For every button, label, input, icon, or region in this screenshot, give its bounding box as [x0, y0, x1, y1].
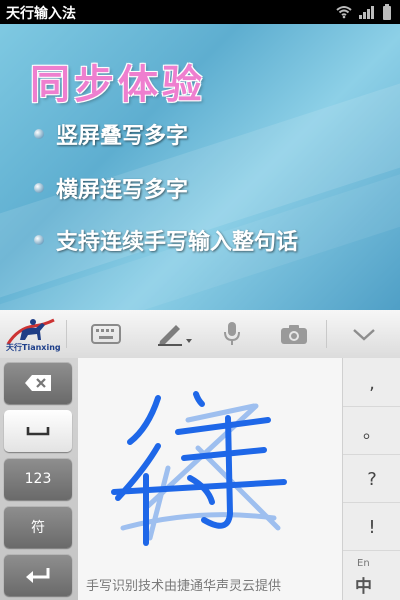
status-icons	[336, 4, 392, 20]
tianxing-logo[interactable]: 天行Tianxing	[4, 314, 62, 354]
handwriting-pad[interactable]: 手写识别技术由捷通华声灵云提供	[78, 358, 342, 600]
language-switch-key[interactable]: En 中	[343, 552, 400, 600]
enter-icon	[26, 568, 50, 583]
promo-banner: 同步体验 竖屏叠写多字 横屏连写多字 支持连续手写输入整句话	[0, 24, 400, 310]
logo-text: 天行Tianxing	[6, 343, 61, 352]
recognition-credit: 手写识别技术由捷通华声灵云提供	[86, 579, 282, 594]
signal-icon	[359, 6, 374, 19]
pen-icon	[158, 325, 192, 346]
question-key[interactable]: ?	[343, 456, 400, 503]
number-key[interactable]: 123	[4, 458, 72, 500]
status-bar: 天行输入法	[0, 0, 400, 24]
app-title: 天行输入法	[6, 6, 76, 22]
backspace-key[interactable]	[4, 362, 72, 404]
voice-input-button[interactable]	[206, 310, 258, 358]
left-key-column: 123 符	[0, 358, 78, 600]
wifi-icon	[336, 6, 352, 19]
feature-text: 支持连续手写输入整句话	[56, 230, 299, 255]
feature-text: 竖屏叠写多字	[56, 124, 189, 149]
keyboard-button[interactable]	[80, 310, 132, 358]
space-key[interactable]	[4, 410, 72, 452]
promo-title: 同步体验	[30, 62, 206, 108]
battery-icon	[383, 4, 391, 20]
feature-text: 横屏连写多字	[56, 178, 189, 203]
period-key[interactable]: 。	[343, 408, 400, 455]
feature-item: 竖屏叠写多字	[34, 118, 188, 150]
camera-input-button[interactable]	[268, 310, 320, 358]
camera-icon	[281, 325, 307, 344]
exclamation-key[interactable]: !	[343, 504, 400, 551]
chevron-down-icon	[353, 329, 375, 341]
handwriting-strokes	[111, 391, 287, 546]
space-icon	[26, 427, 50, 436]
bullet-icon	[34, 235, 44, 245]
feature-item: 支持连续手写输入整句话	[34, 224, 298, 256]
language-zh-label: 中	[355, 577, 372, 597]
feature-item: 横屏连写多字	[34, 172, 188, 204]
symbol-key[interactable]: 符	[4, 506, 72, 548]
comma-key[interactable]: ,	[343, 360, 400, 407]
microphone-icon	[224, 322, 240, 345]
punctuation-column: , 。 ? ! En 中	[342, 358, 400, 600]
handwriting-pen-button[interactable]	[148, 310, 200, 358]
toolbar-separator	[66, 320, 67, 348]
keyboard-icon	[91, 324, 121, 344]
bullet-icon	[34, 183, 44, 193]
bullet-icon	[34, 129, 44, 139]
backspace-icon	[25, 375, 51, 391]
toolbar-separator	[326, 320, 327, 348]
collapse-keyboard-button[interactable]	[334, 310, 394, 358]
language-en-label: En	[357, 558, 370, 569]
enter-key[interactable]	[4, 554, 72, 596]
ime-toolbar: 天行Tianxing	[0, 310, 400, 359]
